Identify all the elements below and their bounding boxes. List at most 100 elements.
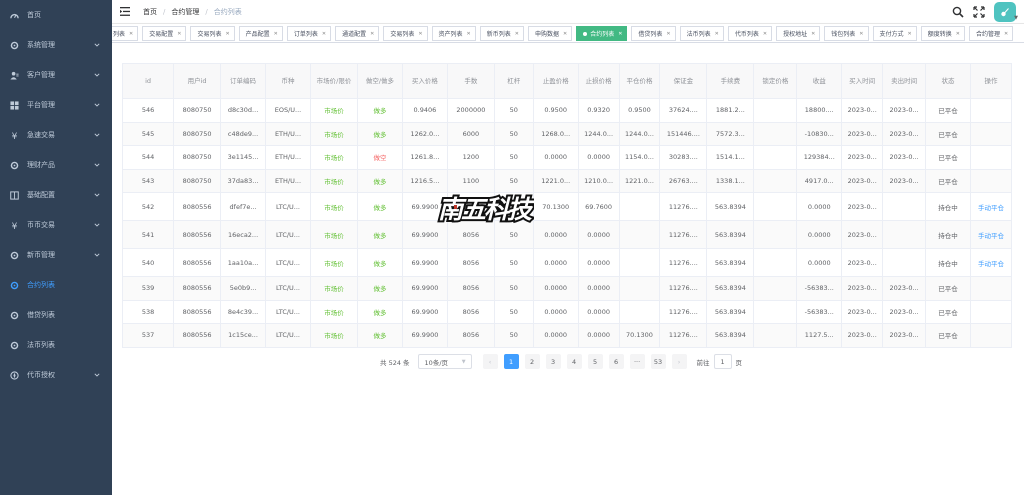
- table-cell: 做多: [357, 169, 403, 193]
- tag-item[interactable]: 代币列表 ✕: [727, 26, 773, 41]
- tag-item[interactable]: 交易配置 ✕: [142, 26, 187, 41]
- page-number-button[interactable]: 4: [566, 354, 582, 369]
- tag-item[interactable]: 额度转换 ✕: [920, 26, 965, 41]
- close-icon[interactable]: ✕: [515, 31, 519, 37]
- table-cell: LTC/U...: [265, 220, 311, 249]
- gear-icon: [9, 280, 19, 290]
- page-number-button[interactable]: 53: [650, 354, 666, 369]
- sidebar-item[interactable]: 合约列表: [0, 270, 112, 300]
- tag-item[interactable]: 支付方式 ✕: [872, 26, 917, 41]
- table-cell: [970, 145, 1013, 170]
- close-icon[interactable]: ✕: [763, 31, 767, 37]
- close-icon[interactable]: ✕: [225, 31, 229, 37]
- sidebar-item[interactable]: 理财产品: [0, 150, 112, 180]
- close-icon[interactable]: ✕: [129, 31, 133, 37]
- tag-item[interactable]: 授权地址 ✕: [776, 26, 821, 41]
- tag-item[interactable]: 交易列表 ✕: [383, 26, 428, 41]
- tag-item[interactable]: 列表 ✕: [112, 26, 139, 41]
- next-page-button[interactable]: ›: [671, 354, 687, 369]
- close-icon[interactable]: ✕: [177, 31, 181, 37]
- close-icon[interactable]: ✕: [811, 31, 815, 37]
- table-cell: 543: [122, 169, 175, 193]
- table-cell: 69.9900: [402, 248, 448, 277]
- column-header: 收益: [796, 63, 843, 99]
- close-icon[interactable]: ✕: [666, 31, 670, 37]
- close-icon[interactable]: ✕: [418, 31, 422, 37]
- tag-item[interactable]: 合约列表 ✕: [576, 26, 628, 41]
- tag-item[interactable]: 产品配置 ✕: [238, 26, 283, 41]
- close-icon[interactable]: ✕: [956, 31, 960, 37]
- table-cell: 8e4c39...: [220, 300, 267, 324]
- sidebar-item[interactable]: 平台管理: [0, 90, 112, 120]
- table-cell: 539: [122, 276, 175, 301]
- sidebar-item[interactable]: 首页: [0, 0, 112, 30]
- close-icon[interactable]: ✕: [467, 31, 471, 37]
- close-position-button[interactable]: 手动平仓: [970, 220, 1013, 249]
- tag-item[interactable]: 合约管理 ✕: [968, 26, 1014, 41]
- tag-item[interactable]: 钱包列表 ✕: [824, 26, 869, 41]
- search-icon[interactable]: [952, 6, 964, 18]
- tag-label: 产品配置: [245, 31, 270, 38]
- table-cell: [619, 300, 661, 324]
- sidebar-item[interactable]: ¥ 急速交易: [0, 120, 112, 150]
- close-icon[interactable]: ✕: [563, 31, 567, 37]
- close-icon[interactable]: ✕: [1004, 31, 1008, 37]
- tag-item[interactable]: 借贷列表 ✕: [631, 26, 676, 41]
- close-icon[interactable]: ✕: [859, 31, 863, 37]
- tag-item[interactable]: 申购数据 ✕: [527, 26, 573, 41]
- table-cell: [753, 220, 798, 249]
- sidebar-item[interactable]: 借贷列表: [0, 300, 112, 330]
- sidebar-item-label: 理财产品: [27, 161, 55, 169]
- more-pages-button[interactable]: ···: [629, 354, 645, 369]
- close-icon[interactable]: ✕: [274, 31, 278, 37]
- close-icon[interactable]: ✕: [322, 31, 326, 37]
- close-icon[interactable]: ✕: [715, 31, 719, 37]
- column-header: 止损价格: [578, 63, 620, 99]
- table-cell: 0.9320: [578, 98, 620, 123]
- tag-item[interactable]: 订单列表 ✕: [286, 26, 332, 41]
- page-size-select[interactable]: 10条/页 ▼: [417, 354, 472, 369]
- column-header: 做空/做多: [357, 63, 403, 99]
- table-cell: 市场价: [310, 323, 358, 348]
- sidebar-item[interactable]: 法币列表: [0, 330, 112, 360]
- tag-item[interactable]: 资产列表 ✕: [431, 26, 476, 41]
- sidebar-item[interactable]: 系统管理: [0, 30, 112, 60]
- table-cell: 11276....: [659, 220, 708, 249]
- table-cell: 50: [494, 145, 534, 170]
- tag-item[interactable]: 交易列表 ✕: [190, 26, 235, 41]
- column-header: id: [122, 63, 175, 99]
- fullscreen-icon[interactable]: [973, 5, 985, 18]
- table-cell: 做多: [357, 248, 403, 277]
- hamburger-icon[interactable]: [120, 7, 130, 16]
- table-cell: 1154.0...: [619, 145, 661, 170]
- breadcrumb-home[interactable]: 首页: [143, 7, 157, 17]
- table-cell: 544: [122, 145, 175, 170]
- table-cell: 546: [122, 98, 175, 123]
- table-cell: 1200: [447, 145, 495, 170]
- page-number-button[interactable]: 3: [545, 354, 561, 369]
- goto-page-input[interactable]: 1: [713, 354, 732, 369]
- page-number-button[interactable]: 2: [524, 354, 540, 369]
- sidebar-item[interactable]: 代币授权: [0, 360, 112, 390]
- tag-item[interactable]: 新币列表 ✕: [479, 26, 524, 41]
- page-number-button[interactable]: 5: [587, 354, 603, 369]
- close-icon[interactable]: ✕: [618, 31, 622, 37]
- close-icon[interactable]: ✕: [370, 31, 374, 37]
- sidebar-item[interactable]: 新币管理: [0, 240, 112, 270]
- avatar[interactable]: [994, 1, 1016, 22]
- prev-page-button[interactable]: ‹: [482, 354, 498, 369]
- close-icon[interactable]: ✕: [908, 31, 912, 37]
- close-position-button[interactable]: 手动平仓: [970, 192, 1013, 221]
- sidebar-item[interactable]: ¥ 币币交易: [0, 210, 112, 240]
- column-header: 手数: [447, 63, 495, 99]
- caret-down-icon[interactable]: ▼: [1014, 15, 1018, 21]
- tag-item[interactable]: 通道配置 ✕: [335, 26, 380, 41]
- page-number-button[interactable]: 1: [503, 354, 519, 369]
- tag-item[interactable]: 法币列表 ✕: [679, 26, 724, 41]
- close-position-button[interactable]: 手动平仓: [970, 248, 1013, 277]
- sidebar-item[interactable]: 基础配置: [0, 180, 112, 210]
- page-number-button[interactable]: 6: [608, 354, 624, 369]
- table-cell: 1aa10a...: [220, 248, 267, 277]
- sidebar-item[interactable]: 客户管理: [0, 60, 112, 90]
- breadcrumb-section[interactable]: 合约管理: [171, 7, 199, 17]
